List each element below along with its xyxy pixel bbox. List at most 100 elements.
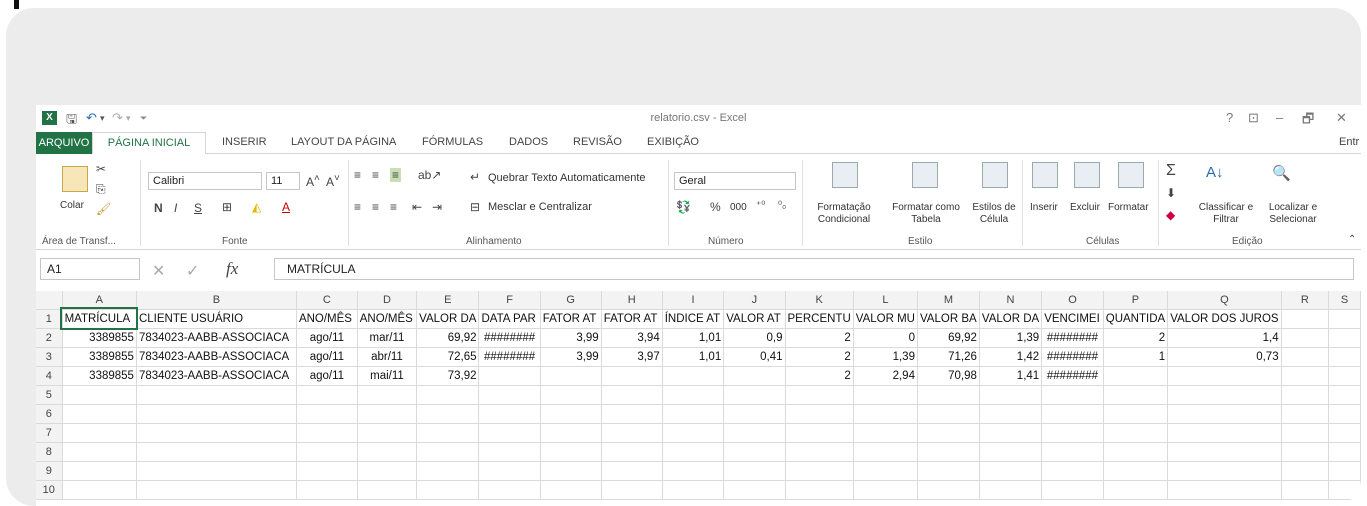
sort-filter-icon[interactable]: A↓ bbox=[1206, 164, 1224, 181]
tab-review[interactable]: REVISÃO bbox=[573, 136, 622, 148]
cell[interactable] bbox=[540, 461, 602, 481]
cell[interactable] bbox=[1281, 328, 1330, 348]
cell[interactable] bbox=[62, 442, 137, 462]
cell[interactable] bbox=[723, 461, 786, 481]
cell[interactable] bbox=[1041, 461, 1104, 481]
tab-data[interactable]: DADOS bbox=[509, 136, 548, 148]
cell[interactable]: 7834023-AABB-ASSOCIACA bbox=[136, 347, 297, 367]
cell[interactable]: 72,65 bbox=[416, 347, 480, 367]
format-as-table-icon[interactable] bbox=[912, 162, 938, 188]
cell[interactable]: ÍNDICE AT bbox=[662, 309, 725, 329]
cell[interactable] bbox=[416, 423, 480, 443]
cell[interactable]: 7834023-AABB-ASSOCIACA bbox=[136, 366, 297, 386]
paste-button[interactable]: Colar bbox=[60, 200, 84, 211]
cell[interactable]: 69,92 bbox=[416, 328, 480, 348]
cell[interactable] bbox=[979, 442, 1043, 462]
cell[interactable]: FATOR AT bbox=[540, 309, 602, 329]
cell[interactable] bbox=[62, 480, 137, 500]
cell[interactable] bbox=[723, 480, 786, 500]
paste-icon[interactable] bbox=[62, 166, 88, 192]
cell[interactable] bbox=[601, 442, 663, 462]
minimize-icon[interactable]: – bbox=[1276, 110, 1283, 125]
cell[interactable]: ######## bbox=[478, 328, 541, 348]
cell[interactable] bbox=[1167, 404, 1282, 424]
cell[interactable]: 1,39 bbox=[853, 347, 918, 367]
cell[interactable]: mai/11 bbox=[357, 366, 418, 386]
cell[interactable] bbox=[296, 385, 358, 405]
cut-icon[interactable]: ✂ bbox=[96, 162, 106, 176]
cell[interactable] bbox=[723, 442, 786, 462]
column-header[interactable]: Q bbox=[1167, 291, 1282, 310]
column-header[interactable]: J bbox=[723, 291, 786, 310]
increase-decimal-icon[interactable]: ⁺⁰ bbox=[756, 200, 765, 211]
cell[interactable]: 1,41 bbox=[979, 366, 1043, 386]
row-header[interactable]: 7 bbox=[36, 423, 63, 443]
column-header[interactable]: G bbox=[540, 291, 602, 310]
cell[interactable]: 2 bbox=[785, 347, 854, 367]
font-color-icon[interactable]: A bbox=[282, 200, 290, 214]
cell[interactable] bbox=[1041, 442, 1104, 462]
cell[interactable] bbox=[1328, 309, 1361, 329]
cell[interactable] bbox=[917, 480, 980, 500]
cell[interactable] bbox=[1167, 461, 1282, 481]
column-header[interactable]: O bbox=[1041, 291, 1104, 310]
cell[interactable] bbox=[1103, 442, 1169, 462]
cell[interactable]: ######## bbox=[1041, 328, 1104, 348]
cell[interactable] bbox=[1281, 309, 1330, 329]
cell[interactable]: mar/11 bbox=[357, 328, 418, 348]
cell[interactable]: 1,39 bbox=[979, 328, 1043, 348]
cell[interactable]: 1,01 bbox=[662, 347, 725, 367]
cell[interactable] bbox=[723, 404, 786, 424]
cell[interactable] bbox=[1103, 461, 1169, 481]
underline-button[interactable]: S bbox=[194, 201, 202, 215]
cell[interactable] bbox=[540, 423, 602, 443]
cell[interactable] bbox=[601, 423, 663, 443]
cell[interactable] bbox=[1328, 366, 1361, 386]
cell[interactable] bbox=[1328, 404, 1361, 424]
format-cells-icon[interactable] bbox=[1118, 162, 1144, 188]
cell[interactable] bbox=[601, 461, 663, 481]
cell[interactable] bbox=[917, 442, 980, 462]
cell[interactable] bbox=[296, 423, 358, 443]
bold-button[interactable]: N bbox=[154, 201, 163, 215]
italic-button[interactable]: I bbox=[174, 201, 177, 215]
column-header[interactable]: I bbox=[662, 291, 725, 310]
cell[interactable] bbox=[979, 404, 1043, 424]
cell[interactable]: 3,94 bbox=[601, 328, 663, 348]
autosum-icon[interactable]: Σ bbox=[1166, 162, 1176, 180]
orientation-icon[interactable]: ab↗ bbox=[418, 168, 441, 182]
cell[interactable] bbox=[662, 480, 725, 500]
cell[interactable] bbox=[136, 404, 297, 424]
spreadsheet-grid[interactable]: ABCDEFGHIJKLMNOPQRS 1 MATRÍCULA CLIENTE US… bbox=[36, 291, 1361, 506]
cell[interactable]: DATA PAR bbox=[478, 309, 541, 329]
cell[interactable] bbox=[416, 442, 480, 462]
cell[interactable] bbox=[662, 385, 725, 405]
column-header[interactable]: A bbox=[62, 291, 137, 310]
column-header[interactable]: R bbox=[1281, 291, 1330, 310]
cell[interactable] bbox=[136, 461, 297, 481]
cell[interactable] bbox=[917, 423, 980, 443]
cell[interactable] bbox=[478, 366, 541, 386]
font-size-select[interactable]: 11 bbox=[266, 172, 300, 190]
cell[interactable] bbox=[1281, 480, 1330, 500]
row-header[interactable]: 1 bbox=[36, 309, 63, 329]
cell[interactable] bbox=[1041, 480, 1104, 500]
cell[interactable]: FATOR AT bbox=[601, 309, 663, 329]
cell[interactable] bbox=[62, 385, 137, 405]
cell[interactable] bbox=[1328, 328, 1361, 348]
cell[interactable]: 2 bbox=[785, 366, 854, 386]
cell[interactable] bbox=[662, 404, 725, 424]
column-header[interactable]: E bbox=[416, 291, 480, 310]
cell[interactable] bbox=[723, 385, 786, 405]
cell[interactable]: ANO/MÊS bbox=[357, 309, 418, 329]
decrease-indent-icon[interactable]: ⇤ bbox=[412, 200, 422, 214]
format-cells-button[interactable]: Formatar bbox=[1108, 202, 1149, 213]
cell[interactable] bbox=[540, 366, 602, 386]
comma-style-button[interactable]: 000 bbox=[730, 202, 747, 213]
shrink-font-icon[interactable]: A˅ bbox=[326, 173, 340, 189]
cell[interactable]: abr/11 bbox=[357, 347, 418, 367]
cell[interactable] bbox=[540, 480, 602, 500]
format-painter-icon[interactable]: 🖌 bbox=[96, 202, 111, 216]
cell[interactable] bbox=[1167, 423, 1282, 443]
cell[interactable] bbox=[979, 461, 1043, 481]
